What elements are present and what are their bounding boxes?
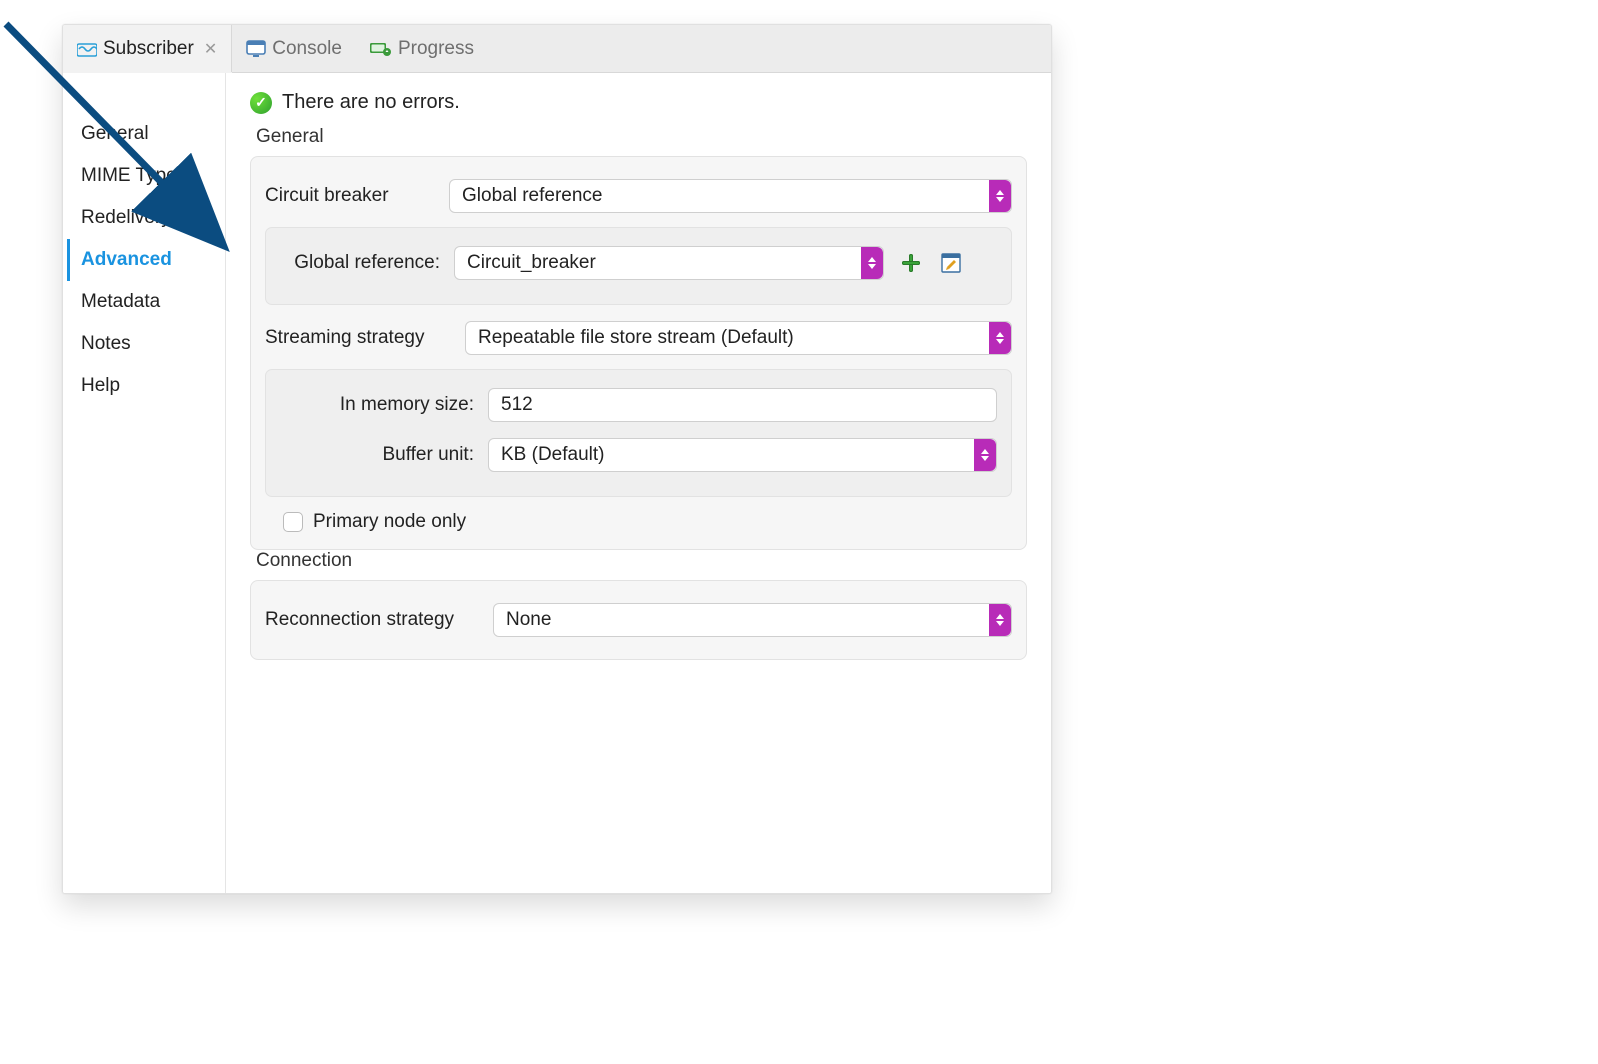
in-memory-size-label: In memory size: [322, 394, 474, 416]
circuit-breaker-value: Global reference [462, 185, 602, 207]
tab-console[interactable]: Console [232, 25, 356, 72]
connection-panel: Reconnection strategy None [250, 580, 1027, 660]
sidebar-item-label: Redelivery [81, 207, 171, 228]
streaming-strategy-label: Streaming strategy [265, 327, 451, 349]
sidebar-item-help[interactable]: Help [81, 365, 225, 407]
edit-icon [941, 253, 961, 273]
stepper-icon [989, 180, 1011, 212]
section-title-connection: Connection [250, 550, 1027, 580]
close-icon[interactable]: ✕ [204, 39, 217, 59]
config-window: Subscriber ✕ Console Progress General MI… [62, 24, 1052, 894]
sidebar-item-redelivery[interactable]: Redelivery [81, 197, 225, 239]
content-pane: ✓ There are no errors. General Circuit b… [226, 73, 1051, 893]
sidebar-item-label: Help [81, 375, 120, 396]
sidebar-item-advanced[interactable]: Advanced [67, 239, 225, 281]
in-memory-size-input[interactable]: 512 [488, 388, 997, 422]
sidebar-item-label: Metadata [81, 291, 160, 312]
sidebar-item-label: General [81, 123, 149, 144]
global-reference-select[interactable]: Circuit_breaker [454, 246, 884, 280]
streaming-inset: In memory size: 512 Buffer unit: KB (Def… [265, 369, 1012, 497]
circuit-breaker-select[interactable]: Global reference [449, 179, 1012, 213]
global-reference-inset: Global reference: Circuit_breaker [265, 227, 1012, 305]
tab-subscriber-label: Subscriber [103, 38, 194, 60]
sidebar-item-label: MIME Type [81, 165, 177, 186]
global-reference-value: Circuit_breaker [467, 252, 596, 274]
stepper-icon [989, 604, 1011, 636]
tab-bar: Subscriber ✕ Console Progress [63, 25, 1051, 73]
sidebar-item-notes[interactable]: Notes [81, 323, 225, 365]
tab-progress-label: Progress [398, 38, 474, 60]
stepper-icon [861, 247, 883, 279]
reconnection-strategy-value: None [506, 609, 551, 631]
subscriber-icon [77, 41, 97, 57]
sidebar-item-general[interactable]: General [81, 113, 225, 155]
sidebar: General MIME Type Redelivery Advanced Me… [63, 73, 226, 893]
buffer-unit-value: KB (Default) [501, 444, 604, 466]
circuit-breaker-label: Circuit breaker [265, 185, 435, 207]
edit-button[interactable] [938, 250, 964, 276]
primary-node-only-checkbox[interactable] [283, 512, 303, 532]
sidebar-item-label: Advanced [81, 249, 172, 270]
stepper-icon [974, 439, 996, 471]
global-reference-label: Global reference: [280, 252, 440, 274]
section-title-general: General [250, 126, 1027, 156]
streaming-strategy-select[interactable]: Repeatable file store stream (Default) [465, 321, 1012, 355]
plus-icon [900, 252, 922, 274]
general-panel: Circuit breaker Global reference Global … [250, 156, 1027, 550]
console-icon [246, 40, 266, 58]
tab-console-label: Console [272, 38, 342, 60]
sidebar-item-label: Notes [81, 333, 131, 354]
sidebar-item-mime-type[interactable]: MIME Type [81, 155, 225, 197]
sidebar-item-metadata[interactable]: Metadata [81, 281, 225, 323]
progress-icon [370, 41, 392, 57]
status-text: There are no errors. [282, 91, 460, 114]
stepper-icon [989, 322, 1011, 354]
success-icon: ✓ [250, 92, 272, 114]
status-row: ✓ There are no errors. [250, 89, 1027, 126]
reconnection-strategy-select[interactable]: None [493, 603, 1012, 637]
buffer-unit-select[interactable]: KB (Default) [488, 438, 997, 472]
add-button[interactable] [898, 250, 924, 276]
primary-node-only-label: Primary node only [313, 511, 466, 533]
buffer-unit-label: Buffer unit: [322, 444, 474, 466]
reconnection-strategy-label: Reconnection strategy [265, 609, 479, 631]
tab-progress[interactable]: Progress [356, 25, 488, 72]
streaming-strategy-value: Repeatable file store stream (Default) [478, 327, 794, 349]
tab-subscriber[interactable]: Subscriber ✕ [63, 25, 232, 72]
in-memory-size-value: 512 [501, 394, 533, 416]
